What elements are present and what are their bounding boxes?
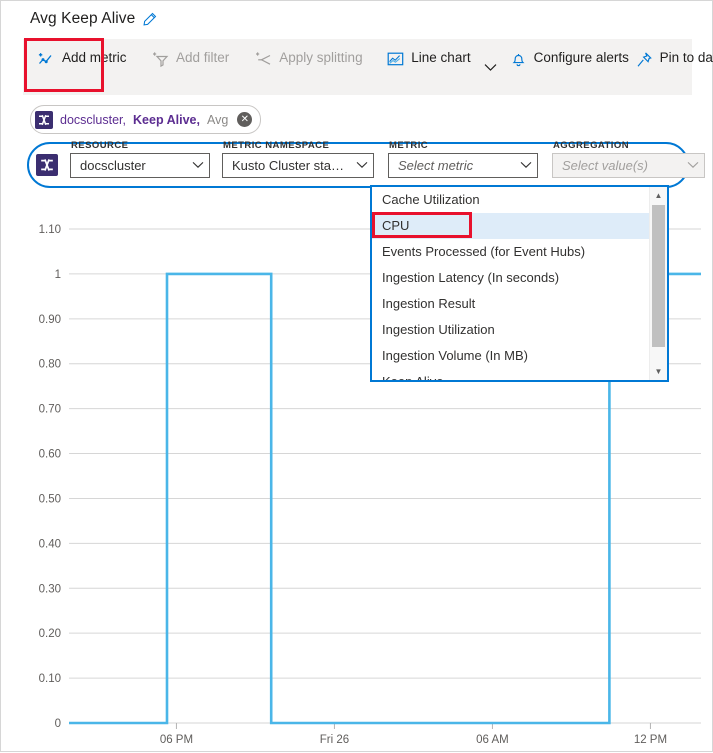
configure-alerts-label: Configure alerts [533,50,629,65]
apply-splitting-button[interactable]: Apply splitting [242,39,363,95]
metric-dropdown: Cache Utilization CPU Events Processed (fo… [370,185,669,382]
configure-alerts-button[interactable]: Configure alerts [497,39,629,95]
chip-metric-label: Keep Alive, [133,112,200,127]
chevron-down-icon [192,162,204,168]
chip-aggregation-label: Avg [206,112,229,127]
metric-chip[interactable]: docscluster, Keep Alive, Avg ✕ [30,105,262,134]
x-axis-tick-label: 06 AM [476,734,509,746]
pencil-icon[interactable] [142,12,157,27]
triangle-up-icon[interactable]: ▲ [650,187,667,204]
chart-y-axis-labels: 0 0.10 0.20 0.30 0.40 0.50 0.60 0.70 0.80 0.90 1 1.… [39,224,61,730]
chevron-down-icon [356,162,368,168]
metric-namespace-field: METRIC NAMESPACE Kusto Cluster stand... [222,140,374,178]
metric-option[interactable]: Ingestion Latency (In seconds) [372,265,650,291]
pin-to-dashboard-label: Pin to dashboard [659,50,713,65]
metrics-blade: Avg Keep Alive Add metric Add filter App… [0,0,713,752]
y-axis-tick-label: 1 [55,269,61,281]
add-filter-icon [152,51,169,68]
resource-field: RESOURCE docscluster [70,140,210,178]
metric-field: METRIC Select metric [388,140,538,178]
x-axis-tick-label: 06 PM [160,734,193,746]
chip-resource-label: docscluster, [60,112,127,127]
chart-type-button[interactable]: Line chart [374,39,483,95]
chevron-down-icon [687,162,699,168]
x-axis-tick-label: Fri 26 [320,734,349,746]
dropdown-scrollbar[interactable]: ▲ ▼ [649,187,667,380]
metric-namespace-label: METRIC NAMESPACE [223,139,330,151]
resource-label: RESOURCE [71,139,129,151]
y-axis-tick-label: 0.90 [39,314,61,326]
chart-type-chevron-down-icon[interactable] [484,39,497,95]
metric-selector-row: RESOURCE docscluster METRIC NAMESPACE Ku… [27,140,705,188]
kusto-cluster-icon [36,154,58,176]
y-axis-tick-label: 0.80 [39,359,61,371]
line-chart-icon [387,51,404,68]
chart-x-axis-labels: 06 PM Fri 26 06 AM 12 PM [160,734,667,746]
metric-label: METRIC [389,139,429,151]
metric-option[interactable]: Keep Alive [372,369,650,380]
aggregation-field: AGGREGATION Select value(s) [552,140,705,178]
y-axis-tick-label: 0.30 [39,583,61,595]
metric-value: Select metric [398,157,474,173]
y-axis-tick-label: 0.20 [39,628,61,640]
page-title: Avg Keep Alive [30,10,136,27]
aggregation-select[interactable]: Select value(s) [552,152,705,178]
y-axis-tick-label: 0.50 [39,493,61,505]
resource-value: docscluster [80,157,146,173]
metric-option[interactable]: Cache Utilization [372,187,650,213]
x-axis-tick-label: 12 PM [634,734,667,746]
add-metric-button[interactable]: Add metric [24,38,139,95]
add-filter-label: Add filter [176,50,230,65]
apply-splitting-icon [255,51,272,68]
metric-option[interactable]: Events Processed (for Event Hubs) [372,239,650,265]
bell-icon [510,51,527,68]
chart-title-bar: Avg Keep Alive [30,10,157,28]
y-axis-tick-label: 0.10 [39,673,61,685]
aggregation-label: AGGREGATION [553,139,630,151]
y-axis-tick-label: 0.60 [39,449,61,461]
add-filter-button[interactable]: Add filter [139,39,242,95]
y-axis-tick-label: 0.40 [39,538,61,550]
add-metric-icon [38,51,55,68]
y-axis-tick-label: 0.70 [39,404,61,416]
chip-remove-button[interactable]: ✕ [237,112,253,127]
kusto-cluster-icon [35,110,53,129]
metric-option[interactable]: Ingestion Volume (In MB) [372,343,650,369]
metric-options-list: Cache Utilization CPU Events Processed (fo… [372,187,650,380]
pin-to-dashboard-button[interactable]: Pin to dashboard [623,39,713,95]
metric-option[interactable]: CPU [372,212,650,239]
scrollbar-thumb[interactable] [652,205,665,347]
aggregation-value: Select value(s) [562,157,648,173]
metric-select[interactable]: Select metric [388,152,538,178]
y-axis-tick-label: 1.10 [39,224,61,236]
triangle-down-icon[interactable]: ▼ [650,363,667,380]
metric-namespace-select[interactable]: Kusto Cluster stand... [222,152,374,178]
chevron-down-icon [520,162,532,168]
apply-splitting-label: Apply splitting [279,50,363,65]
resource-select[interactable]: docscluster [70,152,210,178]
chart-type-label: Line chart [411,50,471,65]
add-metric-label: Add metric [62,50,127,65]
y-axis-tick-label: 0 [55,718,61,730]
pin-icon [636,51,653,68]
metric-option[interactable]: Ingestion Utilization [372,317,650,343]
metric-namespace-value: Kusto Cluster stand... [232,157,350,173]
metric-option[interactable]: Ingestion Result [372,291,650,317]
command-bar: Add metric Add filter Apply splitting Li… [23,38,713,95]
